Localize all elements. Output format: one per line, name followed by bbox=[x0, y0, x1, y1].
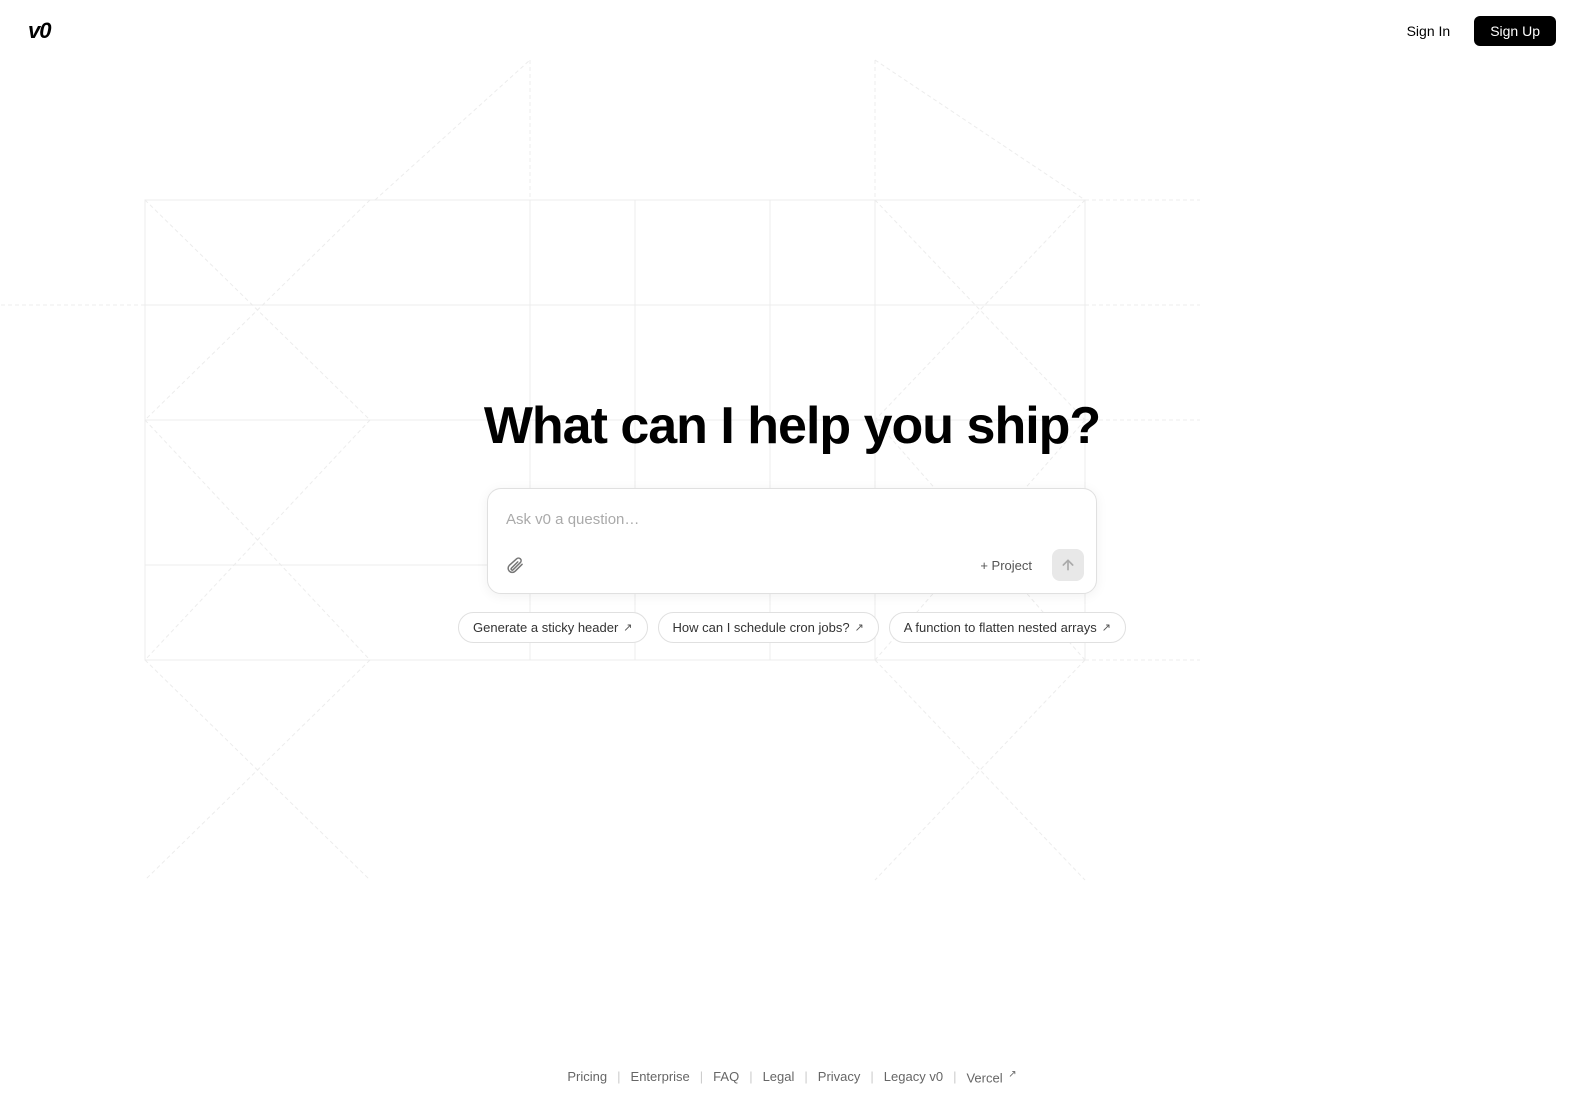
paperclip-icon bbox=[506, 556, 524, 574]
suggestion-label-2: A function to flatten nested arrays bbox=[904, 620, 1097, 635]
submit-button[interactable] bbox=[1052, 549, 1084, 581]
footer-link-privacy[interactable]: Privacy bbox=[808, 1069, 871, 1084]
toolbar-left bbox=[502, 552, 528, 578]
suggestion-chip-2[interactable]: A function to flatten nested arrays ↗ bbox=[889, 612, 1126, 643]
footer: Pricing | Enterprise | FAQ | Legal | Pri… bbox=[0, 1049, 1584, 1105]
hero-title: What can I help you ship? bbox=[484, 396, 1100, 456]
footer-link-legacy[interactable]: Legacy v0 bbox=[874, 1069, 953, 1084]
sign-up-button[interactable]: Sign Up bbox=[1474, 16, 1556, 46]
project-button[interactable]: + Project bbox=[970, 553, 1042, 578]
sign-in-button[interactable]: Sign In bbox=[1393, 16, 1465, 46]
attach-button[interactable] bbox=[502, 552, 528, 578]
footer-link-enterprise[interactable]: Enterprise bbox=[621, 1069, 700, 1084]
logo[interactable]: v0 bbox=[28, 18, 50, 44]
toolbar-right: + Project bbox=[970, 549, 1084, 581]
arrow-up-icon bbox=[1060, 557, 1076, 573]
footer-link-faq[interactable]: FAQ bbox=[703, 1069, 749, 1084]
search-input[interactable] bbox=[506, 505, 1078, 533]
suggestion-chip-0[interactable]: Generate a sticky header ↗ bbox=[458, 612, 647, 643]
footer-link-legal[interactable]: Legal bbox=[753, 1069, 805, 1084]
suggestion-label-0: Generate a sticky header bbox=[473, 620, 618, 635]
main-content: What can I help you ship? + Project bbox=[0, 62, 1584, 1037]
suggestions: Generate a sticky header ↗ How can I sch… bbox=[458, 612, 1126, 643]
header: v0 Sign In Sign Up bbox=[0, 0, 1584, 62]
search-box: + Project bbox=[487, 488, 1097, 594]
suggestion-chip-1[interactable]: How can I schedule cron jobs? ↗ bbox=[658, 612, 879, 643]
suggestion-arrow-1: ↗ bbox=[855, 621, 864, 634]
suggestion-arrow-0: ↗ bbox=[623, 621, 632, 634]
suggestion-label-1: How can I schedule cron jobs? bbox=[673, 620, 850, 635]
footer-link-vercel[interactable]: Vercel ↗ bbox=[956, 1069, 1026, 1085]
suggestion-arrow-2: ↗ bbox=[1102, 621, 1111, 634]
header-actions: Sign In Sign Up bbox=[1393, 16, 1556, 46]
footer-link-pricing[interactable]: Pricing bbox=[557, 1069, 617, 1084]
search-toolbar: + Project bbox=[488, 541, 1096, 593]
search-input-area bbox=[488, 489, 1096, 541]
external-link-icon: ↗ bbox=[1008, 1069, 1016, 1080]
